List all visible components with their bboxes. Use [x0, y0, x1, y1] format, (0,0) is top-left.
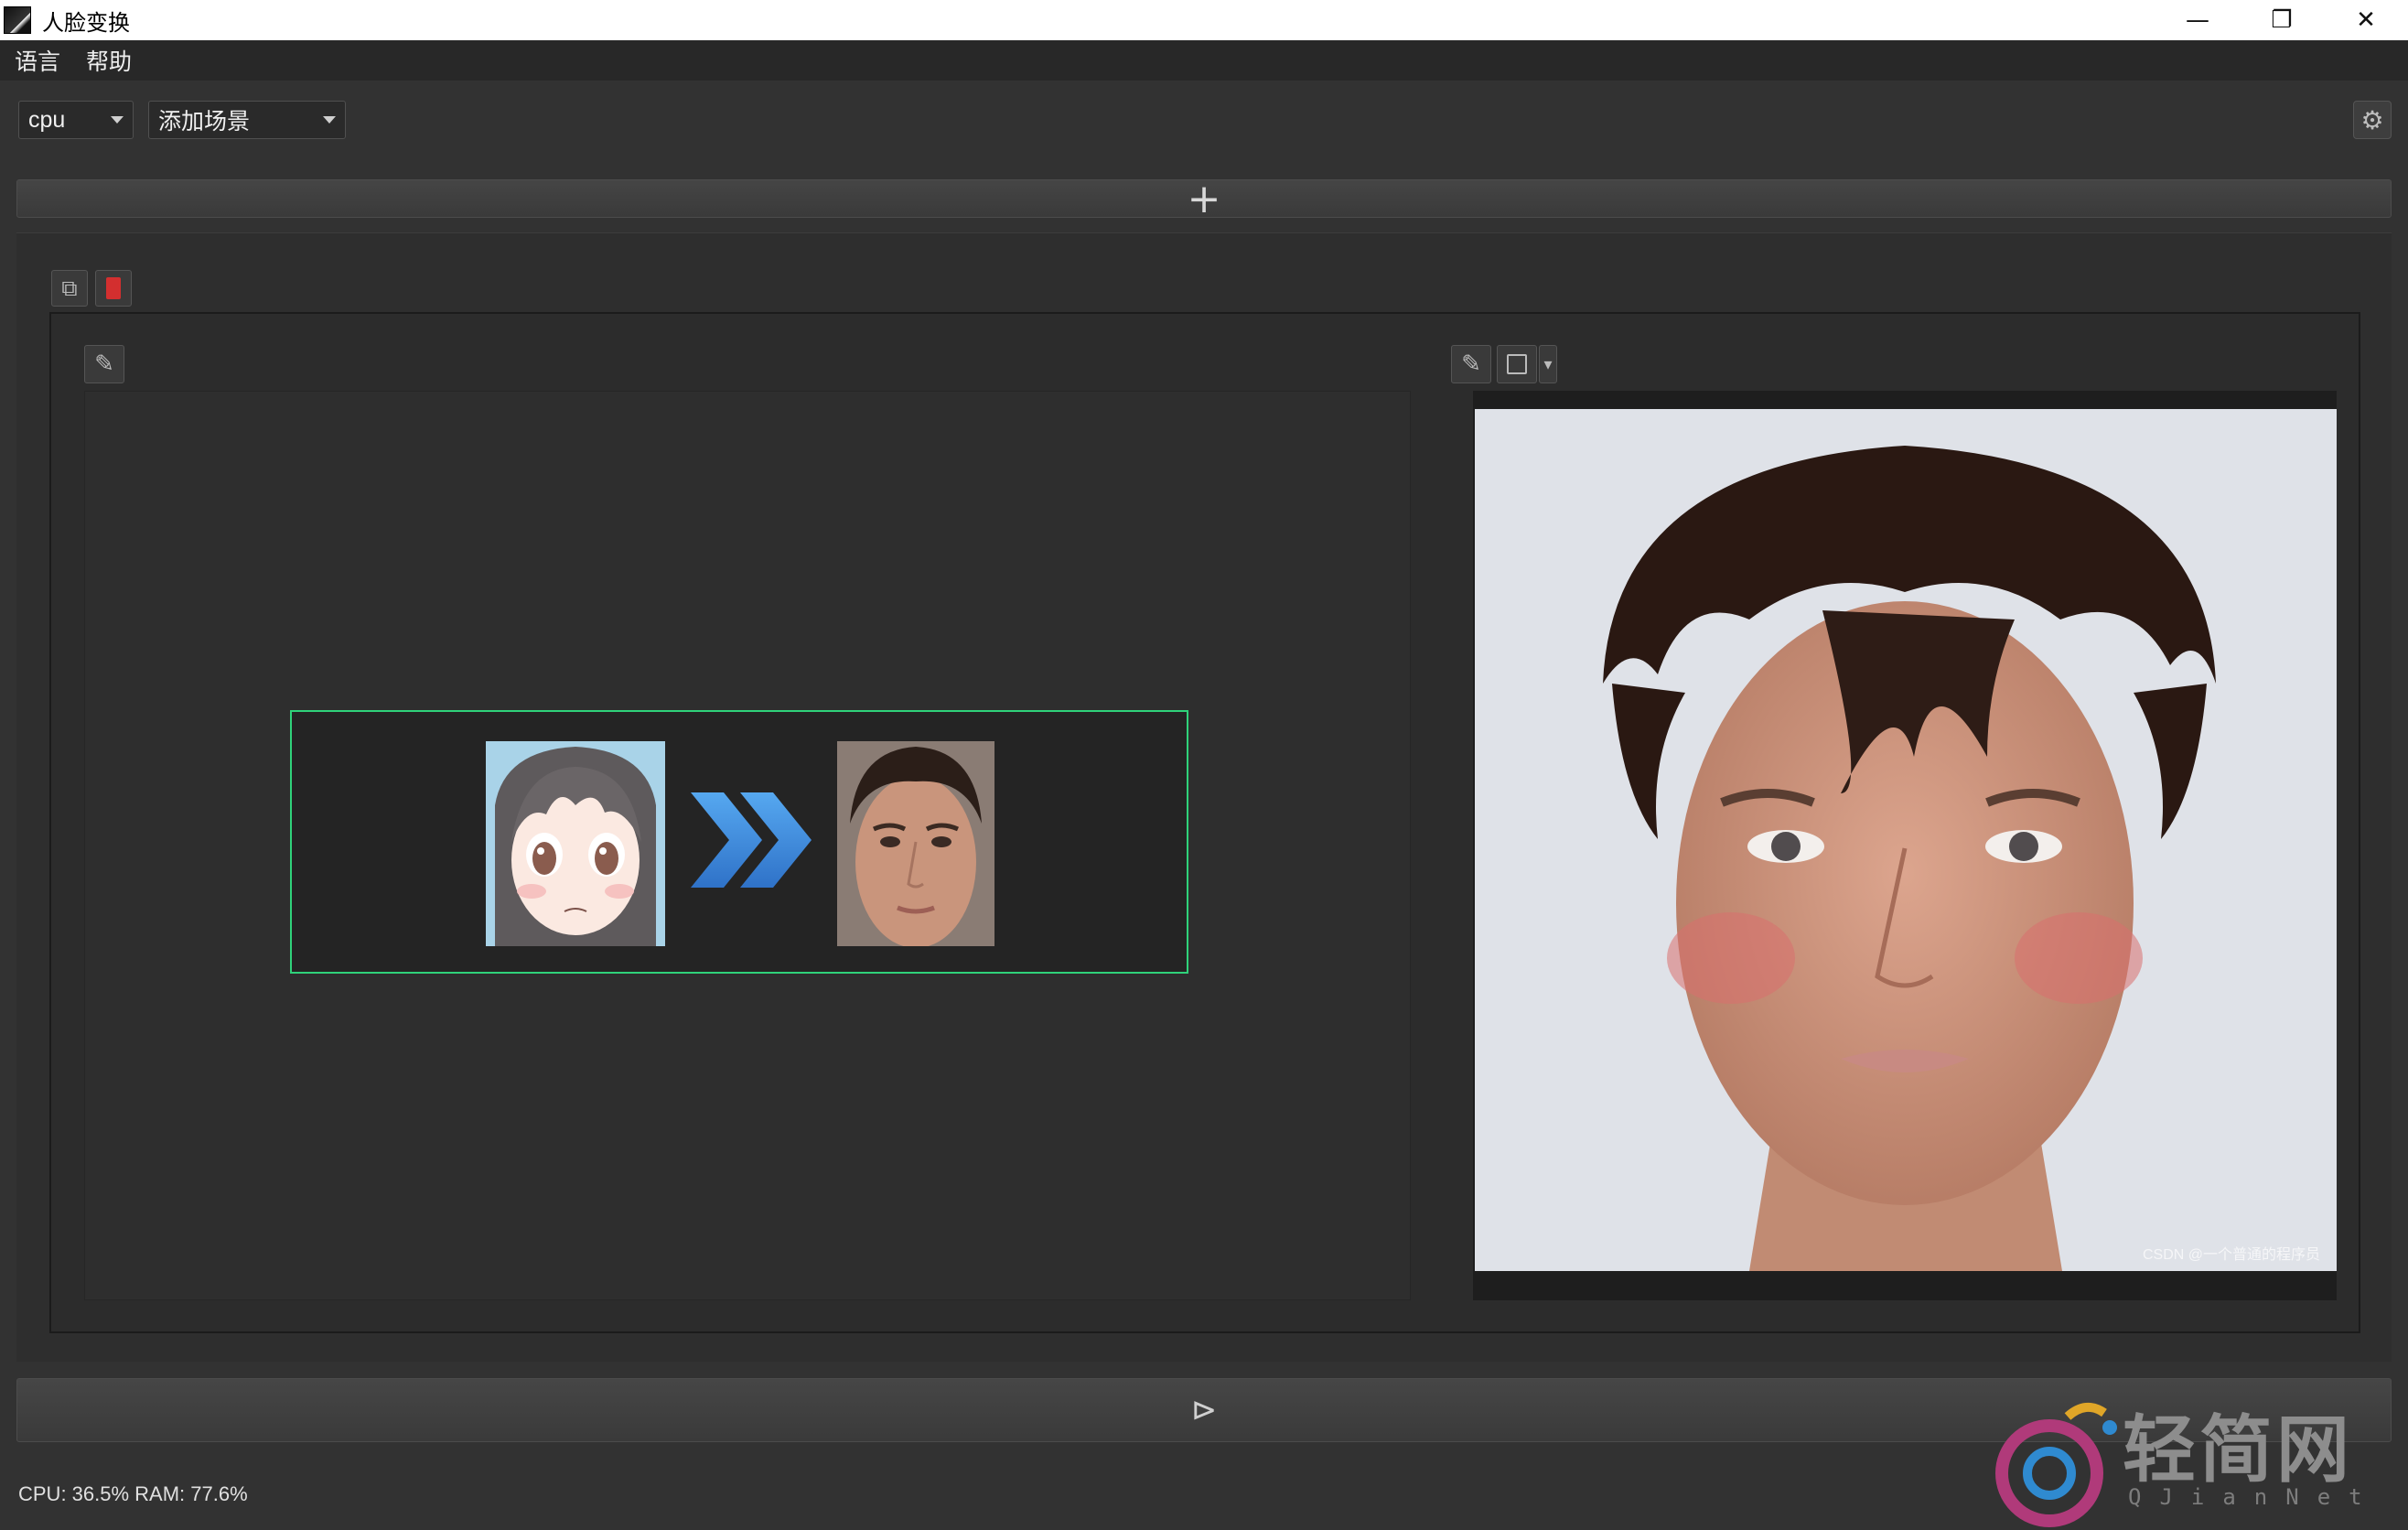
- site-brand-sub: QJianNet: [2128, 1484, 2381, 1510]
- site-logo-icon: [1995, 1403, 2117, 1527]
- save-result-button[interactable]: [1497, 345, 1537, 383]
- edit-icon: ✎: [94, 350, 114, 378]
- trash-icon: [106, 277, 121, 299]
- face-mapping-panel: [84, 391, 1411, 1300]
- window-title: 人脸变换: [42, 10, 130, 36]
- chevron-down-icon: [323, 116, 336, 124]
- scene-select[interactable]: 添加场景: [148, 101, 346, 139]
- chevron-down-icon: [111, 116, 124, 124]
- app-icon: [4, 6, 31, 34]
- delete-scene-button[interactable]: [95, 270, 132, 307]
- add-scene-button[interactable]: +: [16, 176, 2392, 222]
- save-icon: [1507, 354, 1527, 374]
- result-watermark: CSDN @一个普通的程序员: [2142, 1247, 2320, 1263]
- edit-result-button[interactable]: ✎: [1451, 345, 1491, 383]
- scene-card: ✎ ✎ ▾ CSDN @一个普通的程序员: [49, 312, 2360, 1333]
- status-text: CPU: 36.5% RAM: 77.6%: [18, 1482, 248, 1505]
- menu-help[interactable]: 帮助: [86, 44, 132, 77]
- chevron-down-icon: ▾: [1543, 354, 1553, 374]
- title-bar: 人脸变换 — ❐ ✕: [0, 0, 2408, 40]
- target-face-image: [837, 741, 994, 946]
- settings-button[interactable]: ⚙: [2353, 101, 2392, 139]
- copy-icon: ⧉: [61, 275, 78, 301]
- device-select-value: cpu: [28, 106, 66, 133]
- menu-bar: 语言 帮助: [0, 40, 2408, 81]
- plus-icon: +: [1187, 175, 1221, 222]
- gear-icon: ⚙: [2360, 104, 2384, 135]
- restore-button[interactable]: ❐: [2240, 0, 2324, 40]
- window-controls: — ❐ ✕: [2155, 0, 2408, 40]
- result-preview-panel: CSDN @一个普通的程序员: [1473, 391, 2337, 1300]
- edit-icon: ✎: [1461, 350, 1481, 378]
- edit-mapping-button[interactable]: ✎: [84, 345, 124, 383]
- scene-area: ⧉ ✎ ✎ ▾ CSDN @一个普通的程序员: [16, 232, 2392, 1362]
- minimize-button[interactable]: —: [2155, 0, 2240, 40]
- play-icon: ⊳: [1190, 1392, 1218, 1428]
- double-chevron-icon: [687, 789, 815, 891]
- site-brand: 轻简网: [2123, 1406, 2353, 1492]
- face-mapping-item[interactable]: [290, 710, 1188, 974]
- duplicate-scene-button[interactable]: ⧉: [51, 270, 88, 307]
- site-watermark: 轻简网 QJianNet: [1976, 1391, 2397, 1528]
- scene-select-value: 添加场景: [158, 109, 251, 135]
- source-face-image: [486, 741, 665, 946]
- device-select[interactable]: cpu: [18, 101, 134, 139]
- save-options-dropdown[interactable]: ▾: [1539, 345, 1557, 383]
- menu-language[interactable]: 语言: [15, 44, 60, 77]
- result-image: CSDN @一个普通的程序员: [1475, 409, 2337, 1271]
- close-button[interactable]: ✕: [2324, 0, 2408, 40]
